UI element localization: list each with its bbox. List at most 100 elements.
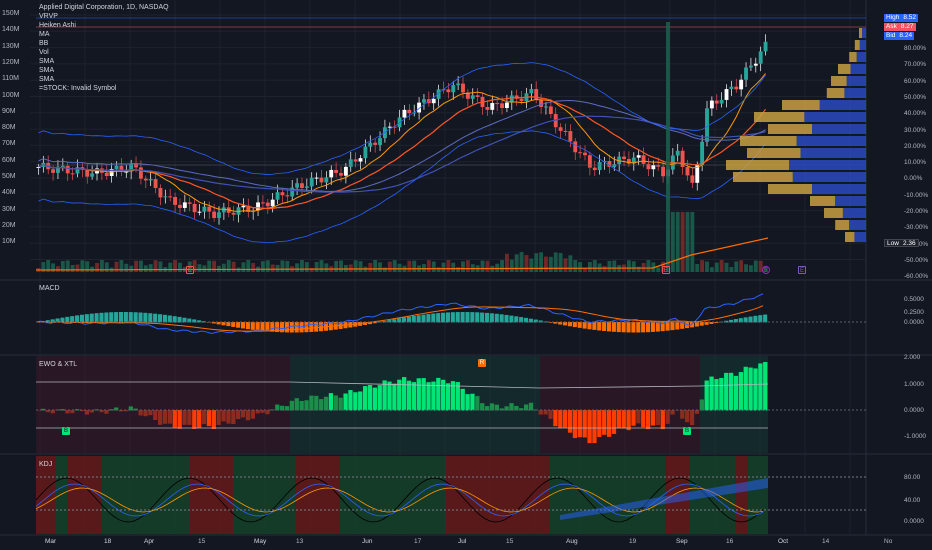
- vrvp-bar-blue: [812, 184, 866, 194]
- macd-histogram-bar: [114, 312, 119, 323]
- earnings-badge-1[interactable]: E: [186, 266, 194, 274]
- candle-body: [500, 103, 504, 109]
- volume-bar: [387, 261, 392, 272]
- vrvp-bar-blue: [812, 124, 866, 134]
- kdj-pane-label[interactable]: KDJ: [39, 461, 52, 468]
- volume-bar: [392, 260, 397, 272]
- vrvp-bar-blue: [856, 52, 866, 62]
- volume-bar: [134, 260, 138, 272]
- date-axis-label: 14: [822, 538, 830, 545]
- candle-body: [612, 164, 617, 167]
- ewo-bar: [626, 410, 631, 431]
- macd-pane-label[interactable]: MACD: [39, 285, 60, 292]
- macd-histogram-bar: [699, 322, 704, 326]
- vrvp-bar-blue: [854, 232, 866, 242]
- volume-bar: [422, 264, 426, 272]
- ewo-bar: [182, 410, 187, 425]
- volume-bar: [319, 260, 324, 272]
- candle-body: [256, 202, 260, 211]
- indicator-vrvp[interactable]: VRVP: [39, 12, 169, 21]
- volume-axis-label: 120M: [2, 58, 20, 66]
- ewo-bar: [158, 410, 163, 425]
- macd-histogram-bar: [470, 312, 475, 323]
- volume-bar: [695, 264, 700, 272]
- ewo-bar: [358, 391, 363, 411]
- macd-histogram-bar: [75, 315, 80, 323]
- volume-bar: [138, 260, 143, 272]
- volume-bar: [690, 212, 695, 272]
- candle-body: [763, 41, 768, 52]
- candle-body: [75, 167, 80, 174]
- candle-body: [104, 172, 109, 176]
- vrvp-bar-gold: [740, 136, 797, 146]
- ewo-bar: [758, 363, 763, 411]
- volume-bar: [719, 260, 724, 272]
- vrvp-bar-blue: [842, 208, 866, 218]
- macd-histogram-bar: [626, 322, 631, 333]
- candle-body: [260, 202, 265, 204]
- candle-body: [168, 196, 173, 198]
- volume-bar: [709, 267, 714, 272]
- ewo-bar: [226, 410, 231, 424]
- macd-histogram-bar: [118, 312, 124, 323]
- macd-histogram-bar: [587, 322, 592, 330]
- ewo-pane-label[interactable]: EWO & XTL: [39, 361, 77, 368]
- candle-body: [309, 177, 314, 187]
- vrvp-bar-blue: [800, 148, 866, 158]
- volume-axis-label: 110M: [2, 75, 19, 83]
- volume-bar: [426, 260, 431, 272]
- indicator-heiken-ashi[interactable]: Heiken Ashi: [39, 21, 169, 30]
- volume-bar: [153, 260, 158, 272]
- candle-body: [539, 99, 544, 107]
- macd-histogram-bar: [153, 313, 158, 323]
- candle-body: [475, 95, 480, 97]
- volume-bar: [587, 261, 592, 272]
- macd-histogram-bar: [245, 322, 250, 330]
- ewo-bar: [328, 393, 334, 411]
- volume-bar: [124, 263, 129, 272]
- ewo-zone-1: [36, 356, 290, 453]
- volume-bar: [358, 261, 363, 272]
- candle-body: [138, 167, 143, 179]
- macd-histogram-bar: [431, 313, 436, 323]
- split-badge[interactable]: S: [762, 266, 770, 274]
- ewo-bar: [382, 380, 387, 411]
- earnings-badge-future[interactable]: E: [798, 266, 806, 274]
- volume-bar: [714, 262, 719, 272]
- vrvp-bar-gold: [838, 64, 851, 74]
- volume-bar: [544, 256, 548, 272]
- indicator-ma[interactable]: MA: [39, 30, 169, 39]
- volume-bar: [197, 264, 202, 272]
- volume-bar: [563, 258, 568, 272]
- ewo-bar: [738, 372, 743, 411]
- ewo-bar: [250, 410, 255, 419]
- indicator-bb[interactable]: BB: [39, 39, 169, 48]
- candle-body: [490, 103, 495, 110]
- indicator-sma-2[interactable]: SMA: [39, 66, 169, 75]
- chart-root[interactable]: Applied Digital Corporation, 1D, NASDAQ …: [0, 0, 932, 550]
- ewo-bar: [753, 368, 758, 411]
- date-axis-label: Jul: [458, 538, 467, 545]
- ewo-bar: [611, 410, 617, 434]
- ewo-bar: [465, 394, 470, 411]
- ewo-bar: [660, 410, 665, 430]
- volume-bar: [739, 260, 744, 272]
- ewo-bar: [528, 402, 534, 411]
- macd-histogram-bar: [758, 315, 763, 323]
- pane-axis-label: 0.0000: [904, 319, 924, 326]
- candle-body: [431, 98, 436, 104]
- indicator-stock-error[interactable]: =STOCK: Invalid Symbol: [39, 84, 169, 93]
- ewo-bar: [431, 381, 436, 411]
- indicator-sma-1[interactable]: SMA: [39, 57, 169, 66]
- vrvp-bar-blue: [796, 136, 866, 146]
- pane-axis-label: 1.0000: [904, 381, 924, 388]
- chart-title: Applied Digital Corporation, 1D, NASDAQ: [39, 4, 169, 11]
- macd-histogram-bar: [148, 313, 153, 323]
- earnings-badge-2[interactable]: E: [662, 266, 670, 274]
- macd-histogram-bar: [611, 322, 616, 332]
- macd-histogram-bar: [650, 322, 655, 332]
- volume-bar: [148, 264, 153, 272]
- indicator-sma-3[interactable]: SMA: [39, 75, 169, 84]
- volume-bar: [285, 261, 290, 272]
- indicator-vol[interactable]: Vol: [39, 48, 169, 57]
